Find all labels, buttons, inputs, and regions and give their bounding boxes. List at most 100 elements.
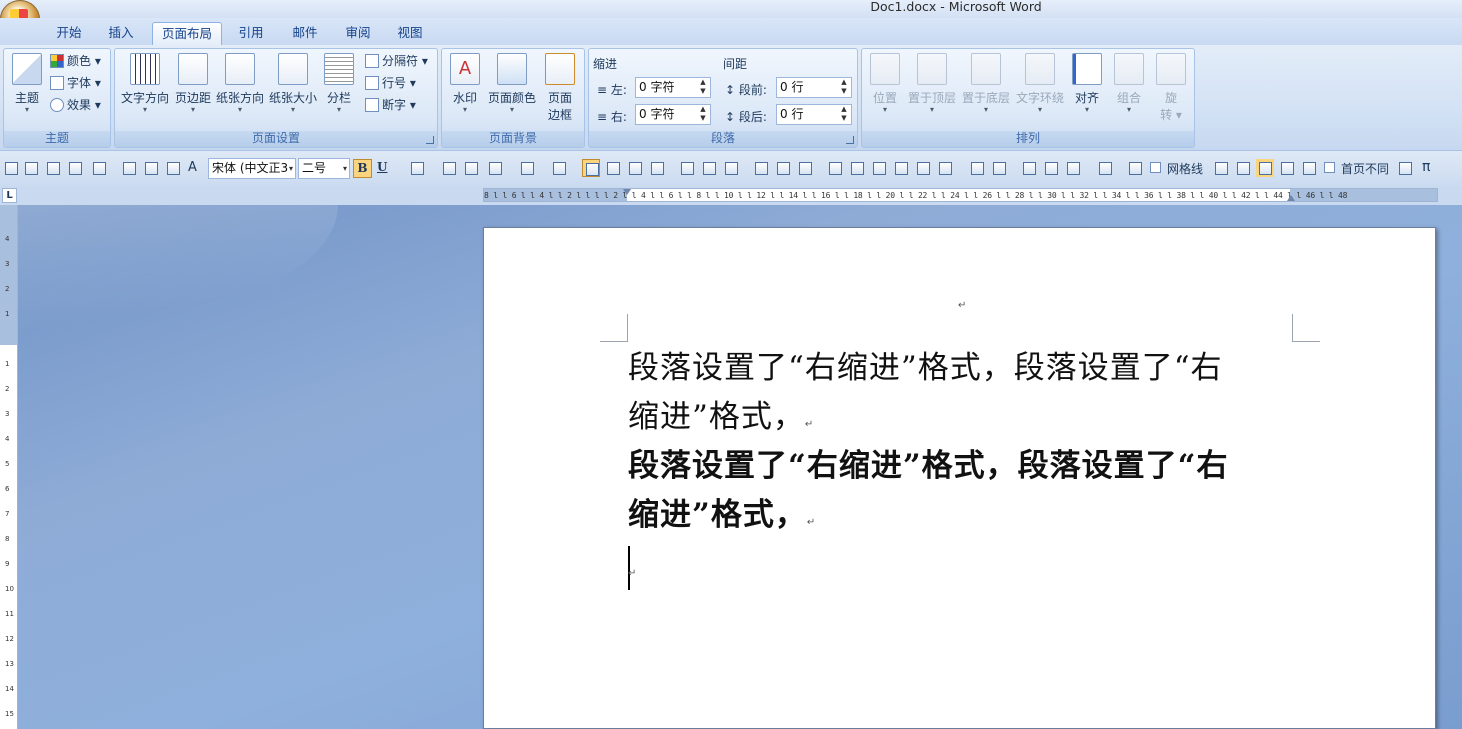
bullets-icon[interactable] <box>486 159 504 177</box>
shapes-icon[interactable] <box>990 159 1008 177</box>
line-numbers-button[interactable]: 行号 ▾ <box>365 73 416 93</box>
table-delete-icon[interactable] <box>722 159 740 177</box>
pi-symbol-button[interactable]: π <box>1422 159 1430 175</box>
indent-right-spinner[interactable]: 0 字符 ▲ ▼ <box>635 104 711 125</box>
text-direction-button[interactable]: 文字方向 ▾ <box>119 53 171 114</box>
insert-column-icon[interactable] <box>826 159 844 177</box>
spinner-arrows-icon[interactable]: ▲ ▼ <box>696 105 710 124</box>
paragraph-1[interactable]: 段落设置了“右缩进”格式，段落设置了“右 缩进”格式，↵ <box>628 344 1308 449</box>
send-to-back-button[interactable]: 置于底层 ▾ <box>960 53 1012 114</box>
font-name-select[interactable]: 宋体 (中文正3 ▾ <box>208 158 296 179</box>
theme-label: 主题 <box>14 91 39 105</box>
underline-button[interactable]: U <box>377 160 387 174</box>
rotate-button[interactable]: 旋 转 ▾ <box>1152 53 1190 123</box>
spinner-arrows-icon[interactable]: ▲ ▼ <box>837 105 851 124</box>
tab-selector-button[interactable]: L <box>2 188 17 203</box>
text-wrap-button[interactable]: 文字环绕 ▾ <box>1014 53 1066 114</box>
table-grid-icon[interactable] <box>700 159 718 177</box>
theme-button[interactable]: 主题 ▾ <box>7 53 47 114</box>
tab-insert[interactable]: 插入 <box>100 22 142 45</box>
paragraph-mark-icon[interactable] <box>462 159 480 177</box>
tab-view[interactable]: 视图 <box>389 22 431 45</box>
select-object-icon[interactable] <box>1096 159 1114 177</box>
vertical-ruler-number: 15 <box>5 710 14 718</box>
table-icon[interactable] <box>648 159 666 177</box>
spelling-icon[interactable] <box>440 159 458 177</box>
orientation-button[interactable]: 纸张方向 ▾ <box>215 53 265 114</box>
draw-icon[interactable] <box>914 159 932 177</box>
hyphenation-button[interactable]: 断字 ▾ <box>365 95 416 115</box>
show-marks-icon[interactable] <box>582 159 600 177</box>
page-borders-button[interactable]: 页面 边框 <box>542 53 578 123</box>
bold-button[interactable]: B <box>353 159 372 178</box>
columns-button[interactable]: 分栏 ▾ <box>323 53 355 114</box>
position-button[interactable]: 位置 ▾ <box>866 53 904 114</box>
text-format-icon[interactable] <box>604 159 622 177</box>
table-tool-icon[interactable] <box>678 159 696 177</box>
tab-page-layout[interactable]: 页面布局 <box>152 22 222 45</box>
numbering-icon[interactable] <box>518 159 536 177</box>
simplified-chinese-icon[interactable] <box>1256 159 1274 177</box>
colors-button[interactable]: 颜色 ▾ <box>50 51 101 71</box>
print-preview-icon[interactable] <box>66 159 84 177</box>
right-indent-marker[interactable] <box>1287 195 1295 201</box>
align-center-icon[interactable] <box>626 159 644 177</box>
print-icon[interactable] <box>44 159 62 177</box>
spinner-arrows-icon[interactable]: ▲ ▼ <box>696 78 710 97</box>
tab-review[interactable]: 审阅 <box>337 22 379 45</box>
breaks-button[interactable]: 分隔符 ▾ <box>365 51 428 71</box>
column-break-icon[interactable] <box>1020 159 1038 177</box>
tab-home[interactable]: 开始 <box>48 22 90 45</box>
fill-color-icon[interactable] <box>936 159 954 177</box>
gridlines-checkbox[interactable] <box>1150 162 1161 173</box>
translate-icon[interactable] <box>1234 159 1252 177</box>
page-color-button[interactable]: 页面颜色 ▾ <box>486 53 538 114</box>
grid-icon[interactable] <box>1126 159 1144 177</box>
save-icon[interactable] <box>2 159 20 177</box>
highlight-icon[interactable] <box>408 159 426 177</box>
spacing-before-spinner[interactable]: 0 行 ▲ ▼ <box>776 77 852 98</box>
split-cells-icon[interactable] <box>848 159 866 177</box>
dialog-launcher-icon[interactable] <box>846 136 854 144</box>
margins-button[interactable]: 页边距 ▾ <box>173 53 213 114</box>
horizontal-ruler[interactable]: 8 l l 6 l l 4 l l 2 l l l l 2 l l 4 l l … <box>483 188 1438 202</box>
insert-row-below-icon[interactable] <box>774 159 792 177</box>
insert-row-above-icon[interactable] <box>752 159 770 177</box>
font-size-select[interactable]: 二号 ▾ <box>298 158 350 179</box>
borders-icon[interactable] <box>550 159 568 177</box>
undo-icon[interactable] <box>90 159 108 177</box>
spacing-after-spinner[interactable]: 0 行 ▲ ▼ <box>776 104 852 125</box>
redo-icon[interactable] <box>120 159 138 177</box>
equation-icon[interactable] <box>1396 159 1414 177</box>
group-button[interactable]: 组合 ▾ <box>1110 53 1148 114</box>
first-page-diff-checkbox[interactable] <box>1324 162 1335 173</box>
dialog-launcher-icon[interactable] <box>426 136 434 144</box>
paragraph-2[interactable]: 段落设置了“右缩进”格式，段落设置了“右 缩进”格式，↵ <box>628 442 1308 547</box>
bring-to-front-button[interactable]: 置于顶层 ▾ <box>906 53 958 114</box>
comment-icon[interactable] <box>1212 159 1230 177</box>
paste-icon[interactable] <box>142 159 160 177</box>
picture-icon[interactable] <box>968 159 986 177</box>
size-button[interactable]: 纸张大小 ▾ <box>267 53 319 114</box>
document-page[interactable]: ↵ 段落设置了“右缩进”格式，段落设置了“右 缩进”格式，↵ 段落设置了“右缩进… <box>483 227 1436 729</box>
save-as-icon[interactable] <box>22 159 40 177</box>
merge-cells-icon[interactable] <box>796 159 814 177</box>
spinner-arrows-icon[interactable]: ▲ ▼ <box>837 78 851 97</box>
watermark-button[interactable]: A 水印 ▾ <box>446 53 484 114</box>
format-painter-icon[interactable] <box>164 159 182 177</box>
align-left-icon[interactable] <box>1064 159 1082 177</box>
tab-references[interactable]: 引用 <box>230 22 272 45</box>
vertical-ruler[interactable]: 4 3 2 1 1 2 3 4 5 6 7 8 9 10 11 12 13 14 15 <box>0 205 18 729</box>
indent-left-spinner[interactable]: 0 字符 ▲ ▼ <box>635 77 711 98</box>
link-icon[interactable] <box>892 159 910 177</box>
tab-mailings[interactable]: 邮件 <box>284 22 326 45</box>
fonts-button[interactable]: 字体 ▾ <box>50 73 101 93</box>
align-button[interactable]: 对齐 ▾ <box>1068 53 1106 114</box>
frame-icon[interactable] <box>1042 159 1060 177</box>
compare-icon[interactable] <box>1300 159 1318 177</box>
font-style-icon[interactable]: A <box>188 160 197 175</box>
first-line-indent-marker[interactable] <box>623 189 631 195</box>
text-box-icon[interactable] <box>870 159 888 177</box>
effects-button[interactable]: 效果 ▾ <box>50 95 101 115</box>
document-icon[interactable] <box>1278 159 1296 177</box>
